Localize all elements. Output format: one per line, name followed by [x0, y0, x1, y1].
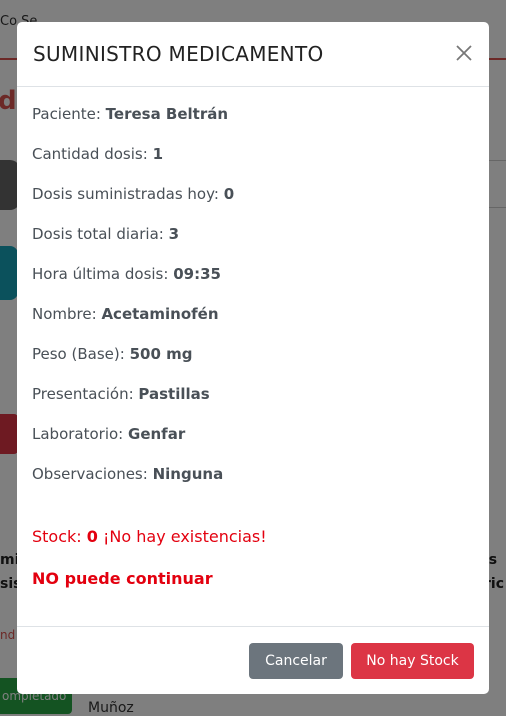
dose-quantity-row: Cantidad dosis: 1 — [32, 145, 163, 163]
laboratory-row: Laboratorio: Genfar — [32, 425, 185, 443]
cannot-continue-warning: NO puede continuar — [32, 569, 213, 588]
field-label: Hora última dosis: — [32, 265, 169, 283]
patient-row: Paciente: Teresa Beltrán — [32, 105, 228, 123]
close-icon — [456, 45, 472, 61]
field-label: Peso (Base): — [32, 345, 125, 363]
weight-value: 500 mg — [129, 345, 193, 363]
field-label: Observaciones: — [32, 465, 148, 483]
last-dose-time-value: 09:35 — [173, 265, 221, 283]
field-label: Paciente: — [32, 105, 101, 123]
medication-name-row: Nombre: Acetaminofén — [32, 305, 219, 323]
presentation-value: Pastillas — [138, 385, 210, 403]
observations-value: Ninguna — [152, 465, 224, 483]
laboratory-value: Genfar — [128, 425, 186, 443]
close-button[interactable] — [453, 42, 475, 64]
field-label: Laboratorio: — [32, 425, 124, 443]
modal-footer: Cancelar No hay Stock — [17, 626, 489, 694]
weight-row: Peso (Base): 500 mg — [32, 345, 192, 363]
dose-quantity-value: 1 — [152, 145, 163, 163]
field-label: Dosis suministradas hoy: — [32, 185, 219, 203]
doses-today-row: Dosis suministradas hoy: 0 — [32, 185, 234, 203]
presentation-row: Presentación: Pastillas — [32, 385, 210, 403]
field-label: Dosis total diaria: — [32, 225, 164, 243]
doses-today-value: 0 — [223, 185, 235, 203]
medication-name-value: Acetaminofén — [101, 305, 219, 323]
supply-medication-modal: SUMINISTRO MEDICAMENTO Paciente: Teresa … — [17, 22, 489, 694]
field-label: Cantidad dosis: — [32, 145, 148, 163]
stock-label: Stock: — [32, 527, 82, 546]
patient-value: Teresa Beltrán — [105, 105, 229, 123]
daily-total-row: Dosis total diaria: 3 — [32, 225, 179, 243]
stock-row: Stock: 0 ¡No hay existencias! — [32, 527, 267, 546]
cancel-button[interactable]: Cancelar — [249, 643, 343, 679]
field-label: Presentación: — [32, 385, 134, 403]
stock-value: 0 — [86, 527, 98, 546]
observations-row: Observaciones: Ninguna — [32, 465, 223, 483]
no-stock-button[interactable]: No hay Stock — [351, 643, 474, 679]
modal-body: Paciente: Teresa Beltrán Cantidad dosis:… — [17, 87, 489, 627]
last-dose-time-row: Hora última dosis: 09:35 — [32, 265, 221, 283]
stock-message: ¡No hay existencias! — [103, 527, 267, 546]
modal-title: SUMINISTRO MEDICAMENTO — [33, 42, 324, 66]
daily-total-value: 3 — [168, 225, 180, 243]
field-label: Nombre: — [32, 305, 97, 323]
modal-header: SUMINISTRO MEDICAMENTO — [17, 22, 489, 87]
